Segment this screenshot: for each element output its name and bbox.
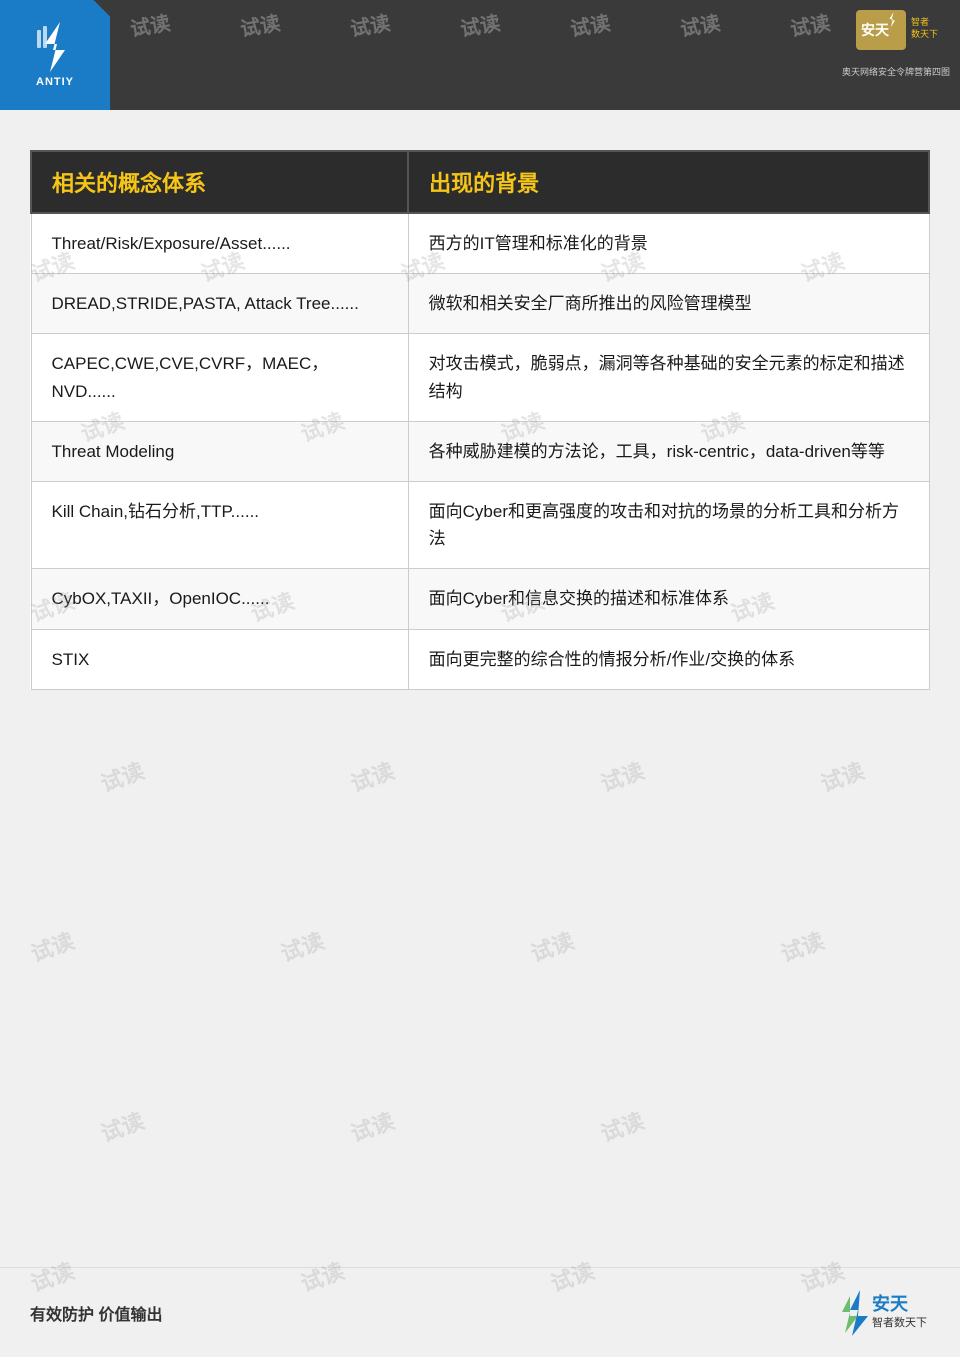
table-row: Threat/Risk/Exposure/Asset......西方的IT管理和…: [31, 213, 929, 274]
watermark-label: 试读: [26, 923, 78, 968]
table-cell-col1: DREAD,STRIDE,PASTA, Attack Tree......: [31, 274, 408, 334]
header-wm-2: 试读: [238, 7, 282, 43]
table-cell-col2: 面向更完整的综合性的情报分析/作业/交换的体系: [408, 629, 929, 689]
table-cell-col2: 面向Cyber和更高强度的攻击和对抗的场景的分析工具和分析方法: [408, 481, 929, 568]
table-cell-col2: 面向Cyber和信息交换的描述和标准体系: [408, 569, 929, 629]
main-content: 试读试读试读试读试读试读试读试读试读试读试读试读试读试读试读试读试读试读试读试读…: [0, 110, 960, 1210]
table-row: DREAD,STRIDE,PASTA, Attack Tree......微软和…: [31, 274, 929, 334]
logo-icon: [35, 22, 75, 72]
table-row: CybOX,TAXII，OpenIOC......面向Cyber和信息交换的描述…: [31, 569, 929, 629]
footer-logo: 安天 智者数天下: [830, 1288, 930, 1338]
watermark-label: 试读: [96, 753, 148, 798]
watermark-label: 试读: [276, 923, 328, 968]
svg-text:数天下: 数天下: [911, 28, 938, 39]
watermark-label: 试读: [346, 1103, 398, 1148]
table-row: CAPEC,CWE,CVE,CVRF，MAEC，NVD......对攻击模式，脆…: [31, 334, 929, 421]
header-wm-6: 试读: [678, 7, 722, 43]
table-cell-col2: 各种威胁建模的方法论，工具，risk-centric，data-driven等等: [408, 421, 929, 481]
brand-logo-svg: 安天 智者 数天下: [851, 5, 941, 65]
table-row: STIX面向更完整的综合性的情报分析/作业/交换的体系: [31, 629, 929, 689]
svg-text:安天: 安天: [861, 22, 890, 38]
header-wm-7: 试读: [788, 7, 832, 43]
table-cell-col1: CAPEC,CWE,CVE,CVRF，MAEC，NVD......: [31, 334, 408, 421]
header-wm-1: 试读: [128, 7, 172, 43]
table-cell-col1: Threat Modeling: [31, 421, 408, 481]
main-table: 相关的概念体系 出现的背景 Threat/Risk/Exposure/Asset…: [30, 150, 930, 690]
table-header-col2: 出现的背景: [408, 151, 929, 213]
top-right-logo: 安天 智者 数天下 奥天网络安全令牌营第四图: [842, 5, 950, 78]
table-cell-col1: Threat/Risk/Exposure/Asset......: [31, 213, 408, 274]
table-cell-col2: 微软和相关安全厂商所推出的风险管理模型: [408, 274, 929, 334]
watermark-label: 试读: [526, 923, 578, 968]
watermark-label: 试读: [596, 1103, 648, 1148]
watermark-label: 试读: [96, 1103, 148, 1148]
header-watermarks: 试读 试读 试读 试读 试读 试读 试读: [120, 10, 840, 39]
logo-box: ANTIY: [0, 0, 110, 110]
table-header-col1: 相关的概念体系: [31, 151, 408, 213]
footer: 有效防护 价值输出 安天 智者数天下: [0, 1267, 960, 1357]
table-cell-col1: Kill Chain,钻石分析,TTP......: [31, 481, 408, 568]
table-row: Threat Modeling各种威胁建模的方法论，工具，risk-centri…: [31, 421, 929, 481]
svg-text:智者数天下: 智者数天下: [872, 1315, 927, 1329]
table-cell-col1: STIX: [31, 629, 408, 689]
table-cell-col2: 西方的IT管理和标准化的背景: [408, 213, 929, 274]
brand-subtitle: 奥天网络安全令牌营第四图: [842, 65, 950, 78]
table-cell-col2: 对攻击模式，脆弱点，漏洞等各种基础的安全元素的标定和描述结构: [408, 334, 929, 421]
watermark-label: 试读: [596, 753, 648, 798]
logo-text: ANTIY: [36, 76, 74, 88]
table-cell-col1: CybOX,TAXII，OpenIOC......: [31, 569, 408, 629]
watermark-label: 试读: [346, 753, 398, 798]
svg-text:智者: 智者: [911, 16, 929, 27]
watermark-label: 试读: [816, 753, 868, 798]
footer-logo-svg: 安天 智者数天下: [830, 1288, 930, 1338]
header-wm-5: 试读: [568, 7, 612, 43]
svg-text:安天: 安天: [872, 1293, 909, 1314]
footer-slogan: 有效防护 价值输出: [30, 1301, 162, 1325]
header-wm-4: 试读: [458, 7, 502, 43]
header-wm-3: 试读: [348, 7, 392, 43]
table-row: Kill Chain,钻石分析,TTP......面向Cyber和更高强度的攻击…: [31, 481, 929, 568]
watermark-label: 试读: [776, 923, 828, 968]
header: ANTIY 试读 试读 试读 试读 试读 试读 试读 安天 智者 数天下 奥天网…: [0, 0, 960, 110]
